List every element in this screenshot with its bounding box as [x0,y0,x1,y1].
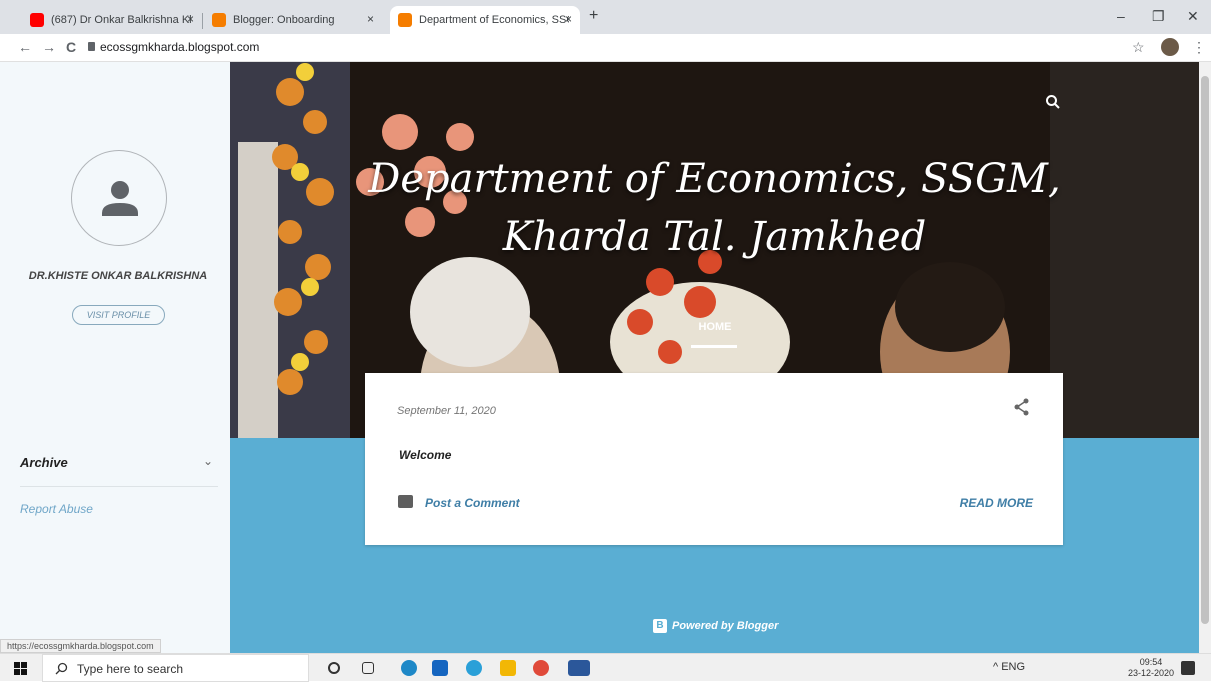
notifications-icon[interactable] [1181,661,1195,675]
author-avatar[interactable] [71,150,167,246]
blogger-logo-icon: B [653,619,667,633]
taskbar-clock[interactable]: 09:54 23-12-2020 [1128,657,1174,679]
post-comment-link[interactable]: Post a Comment [425,496,520,510]
tab-title: (687) Dr Onkar Balkrishna Khiste [51,14,191,26]
edge-icon[interactable] [401,660,417,676]
taskbar-search-placeholder: Type here to search [77,662,184,676]
taskbar-search-box[interactable]: Type here to search [42,654,309,682]
address-bar-row: ← → C ecossgmkharda.blogspot.com ☆ ⋮ [0,34,1211,62]
tab-title: Blogger: Onboarding [233,14,335,26]
post-date[interactable]: September 11, 2020 [397,405,496,417]
search-icon[interactable] [1045,94,1061,110]
clock-time: 09:54 [1139,657,1163,667]
status-url-tooltip: https://ecossgmkharda.blogspot.com [0,639,161,653]
windows-taskbar: Type here to search ^ ENG 09:54 23-12-20… [0,653,1211,682]
close-window-button[interactable]: ✕ [1187,8,1199,25]
tab-close-icon[interactable]: × [565,12,572,26]
divider [20,486,218,487]
post-title[interactable]: Welcome [399,448,451,462]
browser-tab-bar: (687) Dr Onkar Balkrishna Khiste × Blogg… [0,0,1211,34]
search-icon [55,662,68,675]
lock-icon [88,42,95,51]
forward-button[interactable]: → [42,39,56,55]
nav-active-indicator [691,345,737,348]
task-view-icon[interactable] [362,662,374,674]
archive-heading[interactable]: Archive [20,455,68,470]
tab-youtube[interactable]: (687) Dr Onkar Balkrishna Khiste × [22,6,202,34]
system-tray[interactable]: ^ ENG [993,661,1025,673]
clock-date: 23-12-2020 [1128,668,1175,678]
blogger-icon [398,13,412,27]
new-tab-button[interactable]: + [589,7,598,25]
tab-title: Department of Economics, SSGM [419,14,569,26]
post-card: September 11, 2020 Welcome Post a Commen… [365,373,1063,545]
comment-icon[interactable] [398,495,413,508]
restore-button[interactable]: ❐ [1152,8,1165,25]
back-button[interactable]: ← [18,39,32,55]
mail-icon[interactable] [432,660,448,676]
person-icon [102,181,138,216]
blogger-icon [212,13,226,27]
author-name: DR.KHISTE ONKAR BALKRISHNA [28,270,208,282]
url-field[interactable]: ecossgmkharda.blogspot.com [100,40,259,54]
powered-by-blogger[interactable]: B Powered by Blogger [653,619,778,633]
blog-title-line-2: Kharda Tal. Jamkhed [502,214,927,260]
telegram-icon[interactable] [466,660,482,676]
bookmark-star-icon[interactable]: ☆ [1132,39,1145,56]
tab-blogger-onboarding[interactable]: Blogger: Onboarding × [204,6,382,34]
profile-avatar[interactable] [1161,38,1179,56]
youtube-icon [30,13,44,27]
chrome-icon[interactable] [533,660,549,676]
minimize-button[interactable]: – [1117,8,1125,24]
scrollbar-thumb[interactable] [1201,76,1209,624]
visit-profile-button[interactable]: VISIT PROFILE [72,305,165,325]
reload-button[interactable]: C [66,39,76,55]
chevron-down-icon[interactable]: ⌄ [203,454,213,468]
blog-title-line-1: Department of Economics, SSGM, [368,156,1061,202]
tab-close-icon[interactable]: × [187,12,194,26]
tab-close-icon[interactable]: × [367,12,374,26]
report-abuse-link[interactable]: Report Abuse [20,502,93,516]
cortana-icon[interactable] [328,662,340,674]
read-more-link[interactable]: READ MORE [960,496,1033,510]
tab-separator [202,13,203,29]
blog-title[interactable]: Department of Economics, SSGM, Kharda Ta… [230,150,1199,266]
word-icon[interactable] [568,660,590,676]
tab-department-economics[interactable]: Department of Economics, SSGM × [390,6,580,34]
file-explorer-icon[interactable] [500,660,516,676]
windows-start-icon[interactable] [14,662,27,675]
nav-home-link[interactable]: HOME [690,321,740,333]
powered-by-text: Powered by Blogger [672,620,779,632]
blog-sidebar: DR.KHISTE ONKAR BALKRISHNA VISIT PROFILE… [0,62,230,653]
share-icon[interactable] [1014,398,1030,416]
browser-menu-icon[interactable]: ⋮ [1192,39,1206,56]
